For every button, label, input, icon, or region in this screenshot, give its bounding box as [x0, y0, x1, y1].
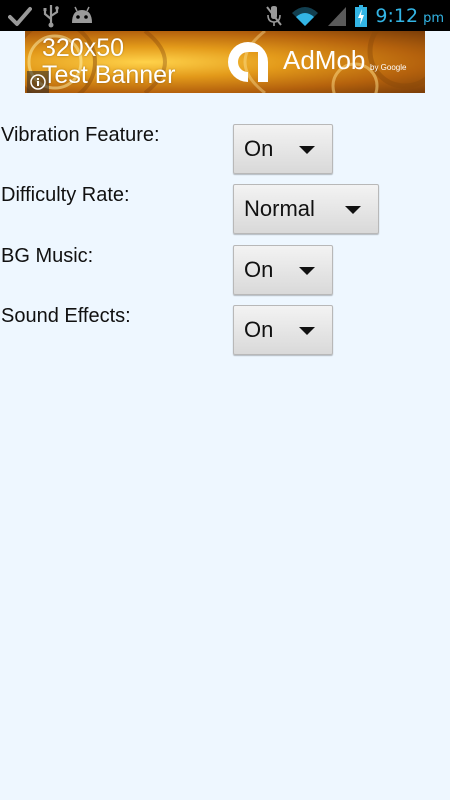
wifi-icon: [292, 6, 319, 26]
difficulty-value: Normal: [244, 196, 315, 221]
clock-ampm: pm: [423, 10, 444, 26]
ad-brand: AdMob: [283, 45, 366, 75]
bg-music-value: On: [244, 257, 274, 282]
check-icon: [8, 7, 32, 26]
difficulty-label: Difficulty Rate:: [1, 184, 130, 206]
admob-logo-icon: [228, 42, 268, 82]
signal-icon: [328, 6, 347, 26]
status-bar: 9:12 pm: [0, 0, 450, 31]
ad-info-button[interactable]: [27, 71, 49, 93]
info-icon: [30, 74, 46, 90]
bg-music-label: BG Music:: [1, 245, 94, 267]
bg-music-spinner[interactable]: On: [233, 245, 333, 295]
ad-title-line2: Test Banner: [42, 61, 176, 89]
sound-effects-value: On: [244, 317, 274, 342]
vibration-value: On: [244, 136, 274, 161]
android-icon: [72, 6, 92, 23]
difficulty-spinner[interactable]: Normal: [233, 184, 379, 234]
ad-banner[interactable]: 320x50 Test Banner AdMob by Google: [25, 31, 425, 93]
dropdown-arrow-icon: [299, 327, 315, 335]
usb-icon: [43, 5, 59, 28]
dropdown-arrow-icon: [345, 206, 361, 214]
vibration-spinner[interactable]: On: [233, 124, 333, 174]
sound-effects-spinner[interactable]: On: [233, 305, 333, 355]
clock: 9:12 pm: [375, 5, 444, 27]
vibration-label: Vibration Feature:: [1, 124, 160, 146]
ad-title: 320x50 Test Banner: [42, 35, 175, 89]
clock-time: 9:12: [375, 4, 419, 27]
sound-effects-label: Sound Effects:: [1, 305, 131, 327]
notification-icons: [8, 4, 94, 28]
dropdown-arrow-icon: [299, 267, 315, 275]
battery-charging-icon: [355, 4, 368, 27]
ad-title-line1: 320x50: [42, 34, 125, 62]
dropdown-arrow-icon: [299, 146, 315, 154]
mute-icon: [266, 5, 283, 26]
ad-by-google: by Google: [370, 63, 407, 72]
system-icons: 9:12 pm: [265, 0, 444, 31]
